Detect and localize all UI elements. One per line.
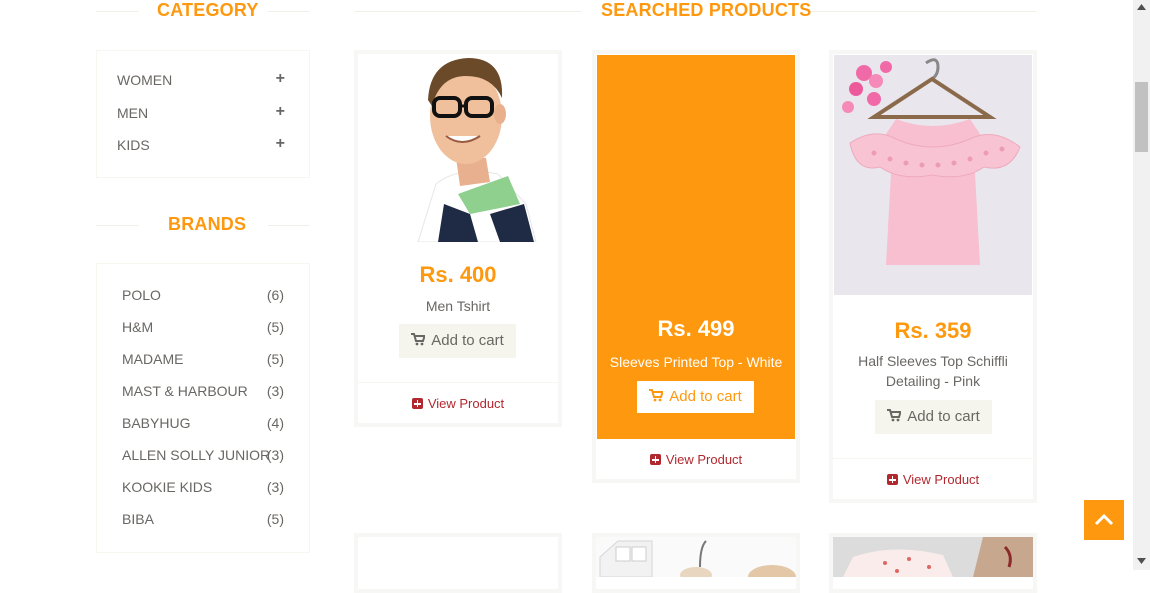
product-image-partial-icon [833, 537, 1033, 577]
product-name: Half Sleeves Top Schiffli Detailing - Pi… [858, 353, 1008, 389]
product-card-partial [829, 533, 1037, 593]
category-item-kids[interactable]: KIDS + [117, 135, 285, 159]
brands-title: BRANDS [168, 214, 247, 234]
plus-square-icon [411, 398, 423, 409]
add-to-cart-label: Add to cart [669, 388, 742, 405]
products-title-line-right [808, 11, 1036, 12]
brand-count: (5) [266, 319, 284, 335]
brand-name: ALLEN SOLLY JUNIOR [122, 447, 271, 463]
category-title: CATEGORY [157, 0, 259, 20]
product-card: Rs. 499 Sleeves Printed Top - White Add … [592, 50, 800, 483]
product-card: Rs. 359 Half Sleeves Top Schiffli Detail… [829, 50, 1037, 503]
pink-top-image-icon [834, 55, 1032, 295]
brand-count: (5) [266, 351, 284, 367]
scroll-up-arrow-icon[interactable] [1137, 4, 1146, 10]
add-to-cart-button[interactable]: Add to cart [875, 400, 992, 434]
view-product-link[interactable]: View Product [411, 396, 505, 411]
brand-name: MAST & HARBOUR [122, 383, 248, 399]
view-product-link[interactable]: View Product [886, 472, 980, 487]
category-panel: WOMEN + MEN + KIDS + [96, 50, 310, 178]
brand-item-allen-solly-junior[interactable]: ALLEN SOLLY JUNIOR (3) [122, 447, 284, 467]
product-image [834, 55, 1032, 295]
brand-item-kookie-kids[interactable]: KOOKIE KIDS (3) [122, 479, 284, 499]
cart-icon [649, 389, 664, 402]
add-to-cart-label: Add to cart [907, 408, 980, 425]
product-name: Men Tshirt [425, 298, 491, 314]
cart-icon [411, 333, 426, 346]
brand-name: POLO [122, 287, 161, 303]
brands-title-line-left [96, 225, 138, 226]
brands-panel: POLO (6) H&M (5) MADAME (5) MAST & HARBO… [96, 263, 310, 553]
brand-item-hm[interactable]: H&M (5) [122, 319, 284, 339]
view-product-label: View Product [665, 452, 743, 467]
scroll-down-arrow-icon[interactable] [1137, 558, 1146, 564]
product-price: Rs. 400 [419, 262, 497, 287]
chevron-up-icon [1094, 513, 1114, 526]
view-product-label: View Product [902, 472, 980, 487]
brands-title-line-right [268, 225, 310, 226]
scrollbar-thumb[interactable] [1135, 82, 1148, 152]
product-card: Rs. 400 Men Tshirt Add to cart View Prod… [354, 50, 562, 427]
expand-plus-icon[interactable]: + [276, 135, 285, 153]
add-to-cart-label: Add to cart [431, 332, 504, 349]
expand-plus-icon[interactable]: + [276, 103, 285, 121]
brand-name: KOOKIE KIDS [122, 479, 213, 495]
brand-item-mast-harbour[interactable]: MAST & HARBOUR (3) [122, 383, 284, 403]
brand-count: (3) [266, 447, 284, 463]
vertical-scrollbar[interactable] [1133, 0, 1150, 570]
product-price: Rs. 499 [657, 316, 735, 341]
brand-name: BIBA [122, 511, 154, 527]
category-label: WOMEN [117, 72, 173, 88]
brand-item-madame[interactable]: MADAME (5) [122, 351, 284, 371]
brand-count: (3) [266, 479, 284, 495]
plus-square-icon [886, 474, 898, 485]
product-price: Rs. 359 [894, 318, 972, 343]
products-title-line-left [354, 11, 582, 12]
product-card-partial [592, 533, 800, 593]
product-hover-overlay: Rs. 499 Sleeves Printed Top - White Add … [597, 55, 795, 439]
scroll-to-top-button[interactable] [1084, 500, 1124, 540]
view-product-link[interactable]: View Product [649, 452, 743, 467]
view-product-label: View Product [427, 396, 505, 411]
brand-count: (3) [266, 383, 284, 399]
man-tshirt-image-icon [378, 54, 558, 243]
brand-name: H&M [122, 319, 154, 335]
products-title: SEARCHED PRODUCTS [601, 0, 812, 20]
brand-item-biba[interactable]: BIBA (5) [122, 511, 284, 531]
brand-name: BABYHUG [122, 415, 191, 431]
view-product-row: View Product [358, 382, 558, 424]
product-card-partial [354, 533, 562, 593]
plus-square-icon [649, 454, 661, 465]
brand-count: (6) [266, 287, 284, 303]
cart-icon [887, 409, 902, 422]
product-name: Sleeves Printed Top - White [609, 354, 783, 370]
brand-name: MADAME [122, 351, 184, 367]
brand-item-babyhug[interactable]: BABYHUG (4) [122, 415, 284, 435]
brand-count: (4) [266, 415, 284, 431]
brand-count: (5) [266, 511, 284, 527]
add-to-cart-button[interactable]: Add to cart [637, 381, 754, 413]
category-label: MEN [117, 105, 149, 121]
product-image-partial-icon [596, 537, 796, 589]
view-product-row: View Product [596, 440, 796, 479]
view-product-row: View Product [833, 458, 1033, 500]
category-item-women[interactable]: WOMEN + [117, 70, 285, 94]
category-title-line-left [96, 11, 138, 12]
expand-plus-icon[interactable]: + [276, 70, 285, 88]
product-image [358, 54, 558, 243]
category-item-men[interactable]: MEN + [117, 103, 285, 127]
add-to-cart-button[interactable]: Add to cart [399, 324, 516, 358]
top-white-image-icon [597, 55, 795, 235]
brand-item-polo[interactable]: POLO (6) [122, 287, 284, 307]
category-label: KIDS [117, 137, 150, 153]
category-title-line-right [268, 11, 310, 12]
